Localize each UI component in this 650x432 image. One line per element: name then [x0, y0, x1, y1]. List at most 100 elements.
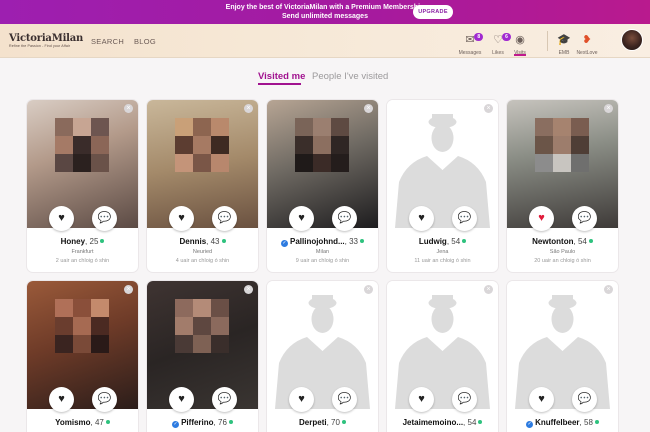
- dismiss-icon[interactable]: ×: [124, 104, 133, 113]
- nav-search-link[interactable]: SEARCH: [91, 37, 124, 46]
- profile-card[interactable]: × ♥ 💬 Dennis, 43 Neuried 4 uair an chloig ó s…: [147, 100, 258, 272]
- message-chat-button[interactable]: 💬: [452, 387, 477, 412]
- message-chat-button[interactable]: 💬: [212, 387, 237, 412]
- user-avatar[interactable]: [621, 29, 643, 51]
- tab-active-underline: [258, 83, 301, 85]
- profile-card[interactable]: × ♥ 💬 ✓ Pifferino, 76: [147, 281, 258, 432]
- profile-card[interactable]: × ♥ 💬 ✓ Knuffelbeer, 58: [507, 281, 618, 432]
- dismiss-icon[interactable]: ×: [604, 285, 613, 294]
- verified-check-icon: ✓: [280, 240, 288, 247]
- nav-blog-link[interactable]: BLOG: [134, 37, 156, 46]
- profile-card[interactable]: × ♥ 💬 ✓ Pallinojohnd..., 33 Milan 9 uair an ch…: [267, 100, 378, 272]
- profile-photo[interactable]: [27, 100, 138, 228]
- profile-name-line[interactable]: ✓ Pifferino, 76: [147, 418, 258, 428]
- logo-text: VictoriaMilan: [9, 33, 84, 44]
- like-heart-button[interactable]: ♥: [169, 387, 194, 412]
- tab-people-ive-visited[interactable]: People I've visited: [312, 71, 388, 82]
- emb-icon: 🎓: [557, 34, 571, 46]
- messages-badge: 8: [474, 33, 484, 41]
- online-status-dot: [594, 420, 599, 424]
- profile-card[interactable]: × ♥ 💬 Honey, 25 Frankfurt 2 uair an chloig ó …: [27, 100, 138, 272]
- profile-photo[interactable]: [507, 100, 618, 228]
- like-heart-button[interactable]: ♥: [409, 206, 434, 231]
- messages-label: Messages: [458, 50, 482, 56]
- like-heart-button[interactable]: ♥: [49, 206, 74, 231]
- profile-name-line[interactable]: Yomismo, 47: [27, 418, 138, 427]
- logo[interactable]: VictoriaMilan Refine the Passion - Find …: [9, 33, 83, 48]
- profile-card[interactable]: × ♥ 💬 Ludwig, 54 Jena 11 uair an chloig ó shi…: [387, 100, 498, 272]
- online-status-dot: [462, 239, 467, 243]
- profile-photo[interactable]: [147, 100, 258, 228]
- dismiss-icon[interactable]: ×: [604, 104, 613, 113]
- profile-age: 47: [94, 418, 104, 427]
- nextlove-label: NextLove: [576, 50, 598, 56]
- visits-active-indicator: [514, 54, 526, 56]
- like-heart-button[interactable]: ♥: [49, 387, 74, 412]
- profile-name-line[interactable]: Honey, 25: [27, 237, 138, 246]
- profile-card[interactable]: × ♥ 💬 Derpeti, 70: [267, 281, 378, 432]
- profile-name-line[interactable]: Derpeti, 70: [267, 418, 378, 427]
- visit-time: 4 uair an chloig ó shin: [175, 258, 230, 264]
- visit-time: 20 uair an chloig ó shin: [534, 258, 591, 264]
- profile-age: 33: [349, 237, 359, 246]
- like-heart-button[interactable]: ♥: [169, 206, 194, 231]
- dismiss-icon[interactable]: ×: [244, 285, 253, 294]
- promo-line-1: Enjoy the best of VictoriaMilan with a P…: [225, 4, 425, 11]
- profile-name-line[interactable]: Jetaimemoino..., 54: [387, 418, 498, 427]
- like-heart-button[interactable]: ♥: [289, 206, 314, 231]
- dismiss-icon[interactable]: ×: [244, 104, 253, 113]
- message-chat-button[interactable]: 💬: [332, 387, 357, 412]
- like-heart-button[interactable]: ♥: [409, 387, 434, 412]
- profile-card[interactable]: × ♥ 💬 Jetaimemoino..., 54: [387, 281, 498, 432]
- message-chat-button[interactable]: 💬: [452, 206, 477, 231]
- profile-name-line[interactable]: Ludwig, 54: [387, 237, 498, 246]
- like-heart-button[interactable]: ♥: [529, 206, 554, 231]
- dismiss-icon[interactable]: ×: [124, 285, 133, 294]
- nav-messages[interactable]: ✉ 8 Messages: [455, 30, 485, 56]
- silhouette-placeholder: [387, 100, 498, 228]
- dismiss-icon[interactable]: ×: [364, 104, 373, 113]
- online-status-dot: [341, 420, 346, 424]
- profile-city: Milan: [315, 249, 330, 255]
- profile-name: Knuffelbeer: [535, 418, 580, 427]
- profile-name-line[interactable]: Newtonton, 54: [507, 237, 618, 246]
- profile-name: Honey: [60, 237, 86, 246]
- online-status-dot: [228, 420, 233, 424]
- like-heart-button[interactable]: ♥: [289, 387, 314, 412]
- message-chat-button[interactable]: 💬: [212, 206, 237, 231]
- message-chat-button[interactable]: 💬: [572, 387, 597, 412]
- profile-name-line[interactable]: ✓ Knuffelbeer, 58: [507, 418, 618, 428]
- promo-banner: Enjoy the best of VictoriaMilan with a P…: [0, 0, 650, 24]
- top-nav: VictoriaMilan Refine the Passion - Find …: [0, 24, 650, 58]
- nav-divider: [547, 31, 548, 51]
- profile-photo[interactable]: [27, 281, 138, 409]
- profile-card[interactable]: × ♥ 💬 Yomismo, 47: [27, 281, 138, 432]
- profile-photo[interactable]: [147, 281, 258, 409]
- dismiss-icon[interactable]: ×: [364, 285, 373, 294]
- profile-name-line[interactable]: Dennis, 43: [147, 237, 258, 246]
- profile-photo[interactable]: [267, 100, 378, 228]
- nav-visits[interactable]: ◉ Visits: [505, 30, 535, 56]
- dismiss-icon[interactable]: ×: [484, 104, 493, 113]
- message-chat-button[interactable]: 💬: [572, 206, 597, 231]
- profile-name-line[interactable]: ✓ Pallinojohnd..., 33: [267, 237, 378, 247]
- profile-name: Newtonton: [532, 237, 574, 246]
- profile-age: 76: [218, 418, 227, 427]
- online-status-dot: [588, 239, 593, 243]
- message-chat-button[interactable]: 💬: [92, 206, 117, 231]
- like-heart-button[interactable]: ♥: [529, 387, 554, 412]
- promo-line-2: Send unlimited messages: [282, 13, 368, 20]
- visit-time: 11 uair an chloig ó shin: [414, 258, 471, 264]
- message-chat-button[interactable]: 💬: [92, 387, 117, 412]
- profile-card[interactable]: × ♥ 💬 Newtonton, 54 São Paulo 20 uair an chlo…: [507, 100, 618, 272]
- verified-check-icon: ✓: [172, 421, 180, 428]
- tab-visited-me[interactable]: Visited me: [258, 71, 305, 82]
- upgrade-button[interactable]: UPGRADE: [413, 5, 453, 19]
- online-status-dot: [100, 239, 105, 243]
- nav-nextlove[interactable]: ❥ NextLove: [572, 30, 602, 56]
- message-chat-button[interactable]: 💬: [332, 206, 357, 231]
- verified-check-icon: ✓: [526, 421, 534, 428]
- dismiss-icon[interactable]: ×: [484, 285, 493, 294]
- silhouette-placeholder: [387, 281, 498, 409]
- online-status-dot: [360, 239, 365, 243]
